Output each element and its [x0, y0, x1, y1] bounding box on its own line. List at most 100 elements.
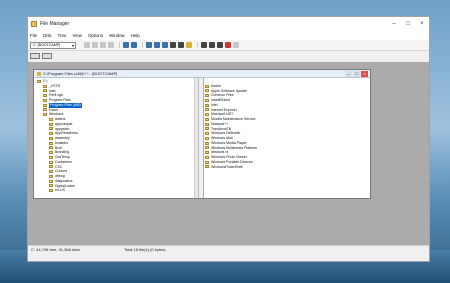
drive-c-icon[interactable]: [42, 53, 52, 59]
directory-window: C:\Program Files (x86)\*.* - [BOOTCAMP] …: [33, 69, 371, 199]
folder-icon: [205, 141, 209, 145]
mdi-client-area: C:\Program Files (x86)\*.* - [BOOTCAMP] …: [28, 62, 429, 253]
window-title: File Manager: [40, 21, 70, 27]
folder-icon: [43, 108, 47, 112]
close-button[interactable]: ×: [415, 17, 429, 31]
parent-folder-icon: [205, 80, 209, 83]
folder-icon: [49, 184, 53, 188]
folder-icon: [49, 179, 53, 183]
menu-window[interactable]: Window: [109, 33, 125, 38]
app-icon: [31, 21, 37, 27]
folder-icon: [49, 122, 53, 126]
tree-scrollbar[interactable]: [194, 78, 198, 198]
stop-share-icon[interactable]: [108, 42, 114, 48]
folder-icon: [205, 113, 209, 117]
disconnect-drive-icon[interactable]: [92, 42, 98, 48]
folder-icon: [49, 160, 53, 164]
folder-icon: [43, 94, 47, 98]
sort-type-icon[interactable]: [154, 42, 160, 48]
folder-icon: [43, 103, 47, 107]
connect-drive-icon[interactable]: [84, 42, 90, 48]
menu-bar: File Disk Tree View Options Window Help: [28, 31, 429, 40]
child-minimize-button[interactable]: –: [345, 70, 352, 77]
folder-icon: [43, 113, 47, 117]
file-manager-window: File Manager – □ × File Disk Tree View O…: [27, 16, 430, 262]
file-list: .. Adobe Apple Software Update Common Files…: [204, 78, 370, 198]
toolbar: C: [BOOTCAMP] ▾: [28, 40, 429, 51]
folder-icon: [43, 98, 47, 102]
large-icons-view-icon[interactable]: [123, 42, 129, 48]
drive-select[interactable]: C: [BOOTCAMP] ▾: [30, 41, 76, 49]
sort-name-icon[interactable]: [146, 42, 152, 48]
folder-icon: [205, 127, 209, 131]
directory-window-title-bar: C:\Program Files (x86)\*.* - [BOOTCAMP] …: [34, 70, 370, 78]
folder-icon: [49, 146, 53, 150]
cut-icon[interactable]: [201, 42, 207, 48]
directory-window-title: C:\Program Files (x86)\*.* - [BOOTCAMP]: [43, 71, 118, 76]
toolbar-separator: [197, 42, 198, 48]
menu-disk[interactable]: Disk: [43, 33, 52, 38]
paste-icon[interactable]: [217, 42, 223, 48]
tree-item-label: C:\: [43, 79, 48, 83]
drive-bar: [28, 51, 429, 61]
folder-icon: [205, 122, 209, 126]
folder-icon: [205, 132, 209, 136]
status-file-count: Total 18 file(s) (0 bytes): [124, 247, 166, 252]
title-bar: File Manager – □ ×: [28, 17, 429, 31]
undo-icon[interactable]: [233, 42, 239, 48]
tree-item[interactable]: en-US: [34, 188, 198, 193]
status-disk-space: C: 44,708 free, 91,368 total: [31, 247, 80, 252]
toolbar-separator: [142, 42, 143, 48]
folder-icon: [49, 174, 53, 178]
folder-icon: [205, 89, 209, 93]
child-maximize-button[interactable]: □: [353, 70, 360, 77]
toolbar-separator: [119, 42, 120, 48]
folder-icon: [43, 89, 47, 93]
new-folder-icon[interactable]: [186, 42, 192, 48]
folder-icon: [43, 84, 47, 88]
copy-icon[interactable]: [209, 42, 215, 48]
drive-select-value: C: [BOOTCAMP]: [33, 43, 61, 47]
share-icon[interactable]: [100, 42, 106, 48]
chevron-down-icon: ▾: [71, 42, 74, 48]
menu-view[interactable]: View: [73, 33, 82, 38]
sort-size-icon[interactable]: [162, 42, 168, 48]
folder-icon: [205, 94, 209, 98]
folder-icon: [49, 155, 53, 159]
folder-icon: [205, 117, 209, 121]
folder-icon: [49, 141, 53, 145]
tree-item-label: en-US: [55, 188, 65, 193]
folder-icon: [205, 84, 209, 88]
menu-file[interactable]: File: [30, 33, 37, 38]
menu-help[interactable]: Help: [131, 33, 140, 38]
folder-icon: [49, 132, 53, 136]
details-view-icon[interactable]: [131, 42, 137, 48]
folder-icon: [49, 165, 53, 169]
folder-icon: [49, 127, 53, 131]
search-icon[interactable]: [170, 42, 176, 48]
folder-icon: [205, 151, 209, 155]
menu-tree[interactable]: Tree: [58, 33, 67, 38]
folder-icon: [205, 136, 209, 140]
folder-icon: [205, 103, 209, 107]
child-close-button[interactable]: ×: [361, 70, 368, 77]
folder-icon: [205, 165, 209, 169]
file-list-item[interactable]: WindowsPowerShell: [205, 165, 370, 170]
folder-icon: [37, 79, 41, 83]
folder-icon: [49, 189, 53, 193]
status-bar: C: 44,708 free, 91,368 total Total 18 fi…: [28, 245, 429, 253]
folder-icon: [205, 146, 209, 150]
directory-tree: C:\ _NTFS intel PerfLogs Program Files Progra…: [34, 78, 199, 198]
folder-icon: [205, 98, 209, 102]
folder-icon: [49, 151, 53, 155]
minimize-button[interactable]: –: [387, 17, 401, 31]
folder-icon: [205, 160, 209, 164]
menu-options[interactable]: Options: [88, 33, 103, 38]
drive-a-icon[interactable]: [30, 53, 40, 59]
folder-icon: [205, 155, 209, 159]
file-list-item-label: WindowsPowerShell: [211, 164, 243, 169]
folder-icon: [49, 136, 53, 140]
maximize-button[interactable]: □: [401, 17, 415, 31]
properties-icon[interactable]: [178, 42, 184, 48]
delete-icon[interactable]: [225, 42, 231, 48]
